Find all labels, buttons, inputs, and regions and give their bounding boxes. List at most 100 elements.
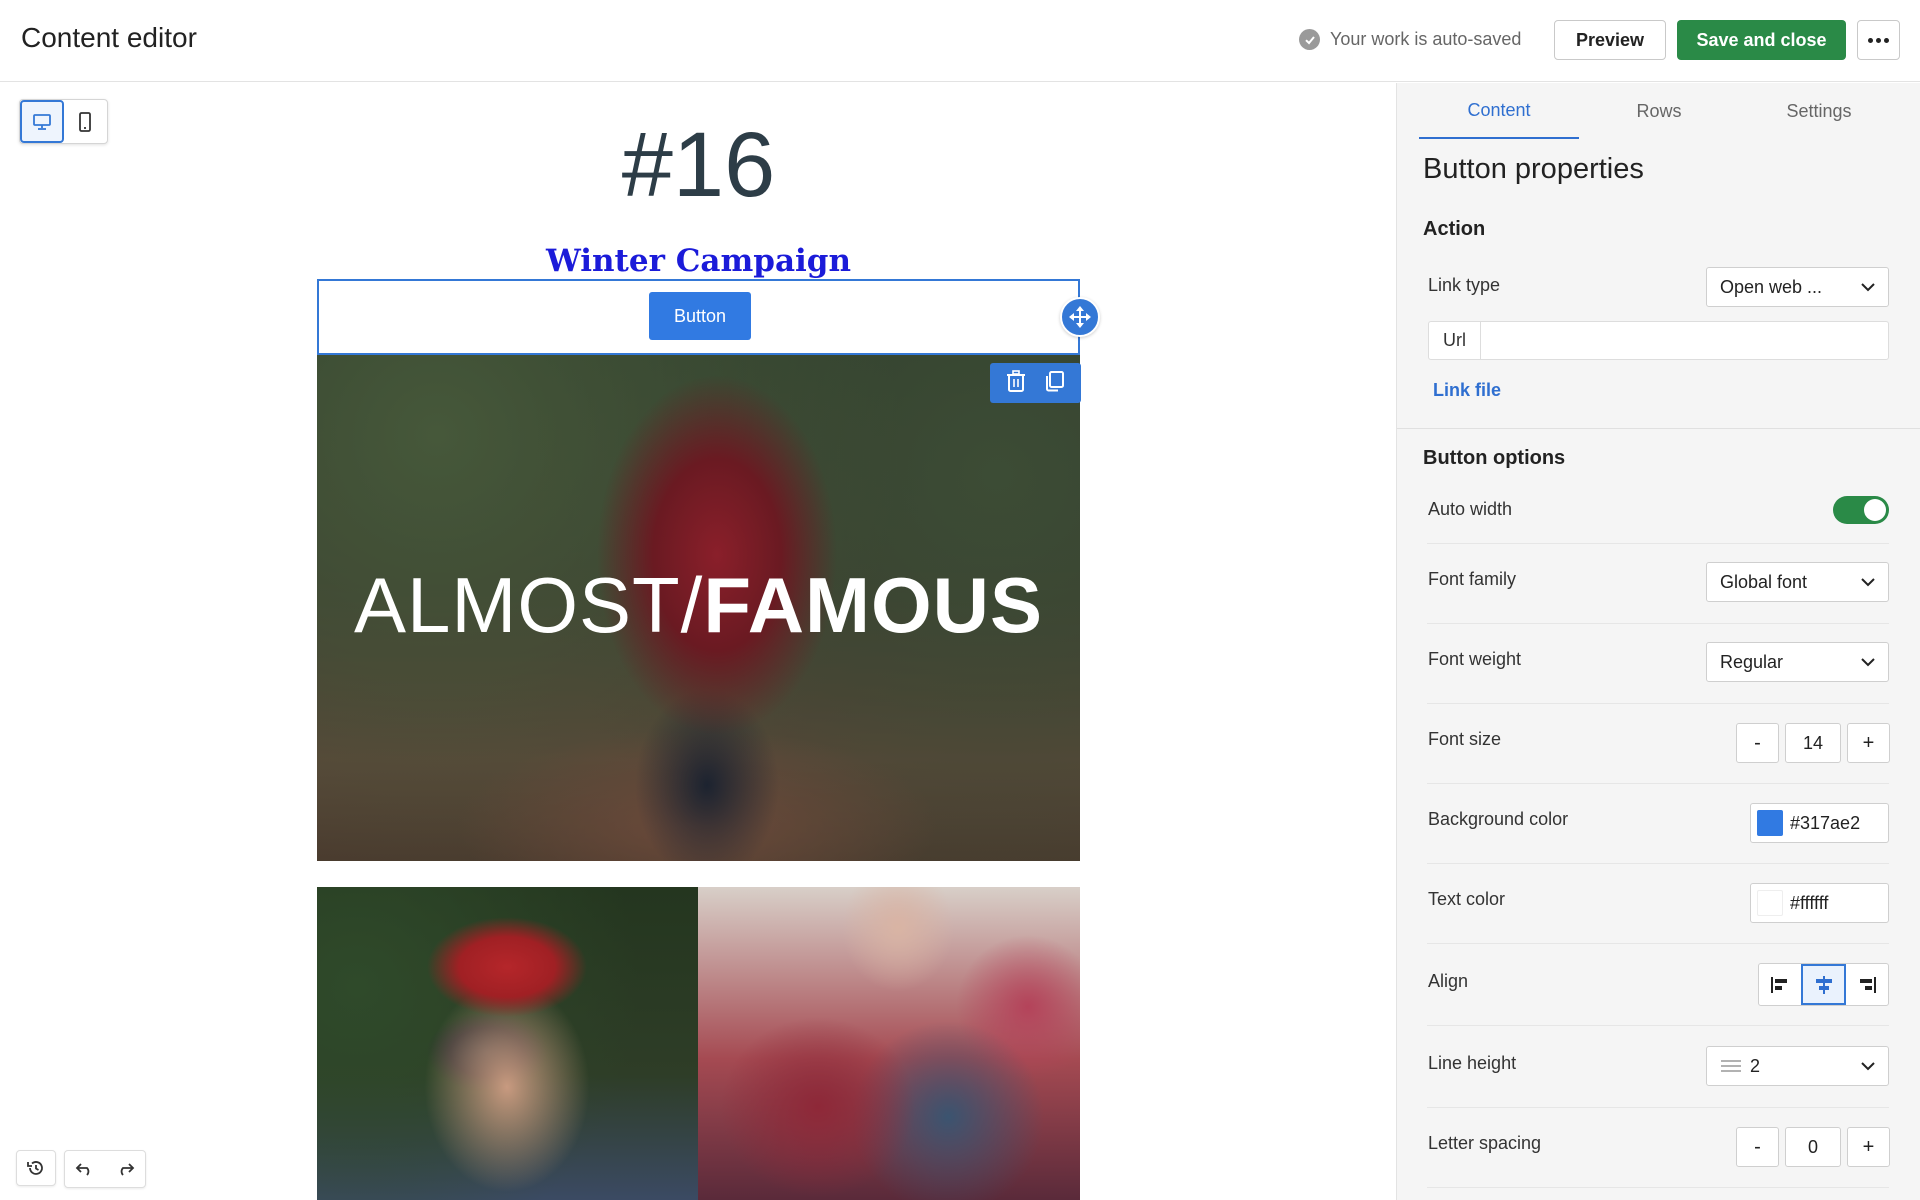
letter-spacing-stepper: - 0 + [1736, 1127, 1890, 1167]
link-file-link[interactable]: Link file [1433, 380, 1501, 401]
desktop-icon [32, 113, 51, 130]
align-center-icon [1815, 975, 1832, 994]
font-weight-label: Font weight [1428, 649, 1522, 669]
row-divider [1427, 943, 1889, 944]
text-color-label: Text color [1428, 889, 1506, 909]
photo-camera-woman[interactable] [317, 887, 698, 1200]
letter-spacing-increase-button[interactable]: + [1847, 1127, 1890, 1167]
row-divider [1427, 1025, 1889, 1026]
delete-icon[interactable] [1006, 369, 1026, 397]
selected-button-block[interactable]: Button [317, 279, 1080, 355]
panel-tabs: Content Rows Settings [1419, 83, 1901, 139]
font-weight-select[interactable]: Regular [1706, 642, 1889, 682]
header: Content editor Your work is auto-saved P… [0, 0, 1920, 82]
redo-icon [120, 1163, 135, 1176]
link-type-value: Open web ... [1720, 276, 1823, 297]
check-circle-icon [1299, 29, 1320, 50]
font-family-value: Global font [1720, 571, 1808, 592]
align-left-icon [1770, 976, 1787, 993]
chevron-down-icon [1861, 657, 1875, 666]
font-size-value[interactable]: 14 [1785, 723, 1841, 763]
align-button-group [1758, 963, 1889, 1006]
action-section-title: Action [1423, 218, 1486, 240]
chevron-down-icon [1861, 282, 1875, 291]
tab-settings[interactable]: Settings [1739, 83, 1899, 139]
line-height-label: Line height [1428, 1053, 1517, 1073]
email-canvas[interactable]: #16 Winter Campaign Button ALMOST/FAMOUS [0, 83, 1396, 1200]
tab-rows[interactable]: Rows [1579, 83, 1739, 139]
toggle-knob [1864, 499, 1886, 521]
row-divider [1427, 783, 1889, 784]
background-color-label: Background color [1428, 809, 1569, 829]
background-color-swatch[interactable] [1757, 810, 1783, 836]
chevron-down-icon [1861, 577, 1875, 586]
row-divider [1427, 1187, 1889, 1188]
device-toggle [19, 99, 108, 144]
font-weight-value: Regular [1720, 651, 1784, 672]
text-color-value: #ffffff [1790, 892, 1829, 913]
more-dots-icon [1868, 37, 1889, 43]
letter-spacing-decrease-button[interactable]: - [1736, 1127, 1779, 1167]
autosave-status: Your work is auto-saved [1299, 29, 1521, 50]
properties-panel: Content Rows Settings Button properties … [1396, 83, 1920, 1200]
undo-button[interactable] [65, 1151, 105, 1187]
line-height-value: 2 [1750, 1055, 1761, 1076]
font-size-decrease-button[interactable]: - [1736, 723, 1779, 763]
section-divider [1397, 428, 1920, 429]
align-left-button[interactable] [1759, 964, 1801, 1005]
duplicate-icon[interactable] [1043, 370, 1065, 397]
link-type-select[interactable]: Open web ... [1706, 267, 1889, 307]
hero-text-bold: FAMOUS [703, 561, 1044, 649]
photo-blanket-woman[interactable] [698, 887, 1080, 1200]
background-color-field[interactable]: #317ae2 [1750, 803, 1889, 843]
chevron-down-icon [1861, 1061, 1875, 1070]
undo-redo-group [64, 1150, 146, 1188]
autosave-text: Your work is auto-saved [1330, 29, 1522, 49]
font-family-label: Font family [1428, 569, 1517, 589]
history-button[interactable] [16, 1150, 56, 1186]
url-label: Url [1429, 322, 1481, 359]
align-right-icon [1860, 976, 1877, 993]
text-color-field[interactable]: #ffffff [1750, 883, 1889, 923]
text-color-swatch[interactable] [1757, 890, 1783, 916]
app-title: Content editor [21, 22, 197, 53]
font-size-label: Font size [1428, 729, 1502, 749]
link-type-label: Link type [1428, 275, 1501, 295]
email-subheading[interactable]: Winter Campaign [317, 243, 1080, 279]
email-button[interactable]: Button [649, 292, 751, 340]
email-heading[interactable]: #16 [317, 113, 1080, 218]
letter-spacing-label: Letter spacing [1428, 1133, 1542, 1153]
auto-width-label: Auto width [1428, 499, 1513, 519]
line-height-select[interactable]: 2 [1706, 1046, 1889, 1086]
hero-image-text: ALMOST/FAMOUS [317, 560, 1080, 651]
row-divider [1427, 1107, 1889, 1108]
url-input[interactable] [1481, 322, 1888, 359]
more-options-button[interactable] [1857, 20, 1900, 60]
auto-width-toggle[interactable] [1833, 496, 1889, 524]
align-center-button[interactable] [1800, 964, 1847, 1005]
button-options-section-title: Button options [1423, 447, 1566, 469]
letter-spacing-value[interactable]: 0 [1785, 1127, 1841, 1167]
row-divider [1427, 863, 1889, 864]
row-divider [1427, 623, 1889, 624]
tab-content[interactable]: Content [1419, 83, 1579, 139]
history-toolbar [16, 1150, 146, 1188]
line-height-display: 2 [1720, 1056, 1760, 1077]
save-and-close-button[interactable]: Save and close [1677, 20, 1846, 60]
font-family-select[interactable]: Global font [1706, 562, 1889, 602]
url-field: Url [1428, 321, 1889, 360]
font-size-increase-button[interactable]: + [1847, 723, 1890, 763]
align-right-button[interactable] [1846, 964, 1888, 1005]
row-divider [1427, 543, 1889, 544]
hero-text-thin: ALMOST/ [353, 561, 704, 649]
move-handle-icon[interactable] [1060, 297, 1100, 337]
desktop-view-button[interactable] [20, 100, 64, 143]
line-height-icon [1721, 1060, 1741, 1072]
block-toolbar [990, 363, 1081, 403]
history-icon [27, 1161, 43, 1175]
align-label: Align [1428, 971, 1469, 991]
preview-button[interactable]: Preview [1554, 20, 1666, 60]
redo-button[interactable] [105, 1151, 145, 1187]
hero-image[interactable]: ALMOST/FAMOUS [317, 355, 1080, 861]
mobile-view-button[interactable] [64, 100, 107, 143]
